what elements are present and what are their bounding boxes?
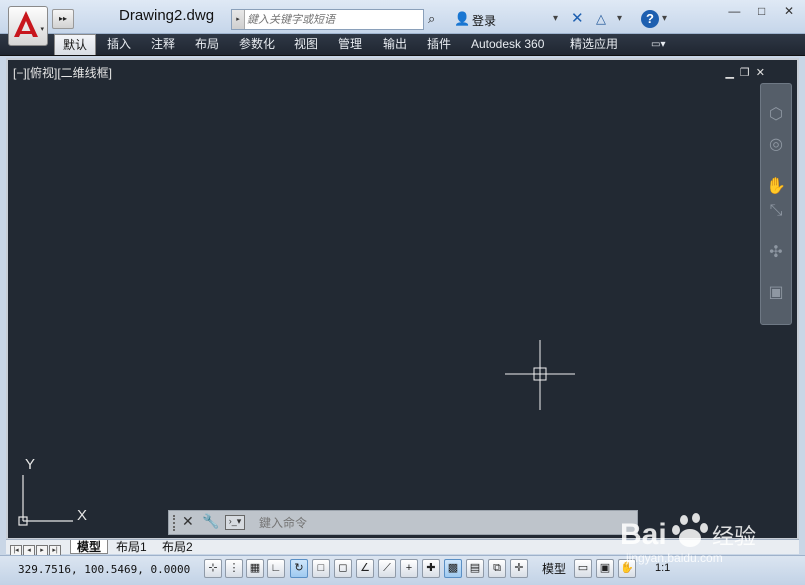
layout-tab-layout1[interactable]: 布局1 <box>110 540 153 554</box>
tab-manage[interactable]: 管理 <box>338 34 362 55</box>
lineweight-icon[interactable]: ✚ <box>422 559 440 578</box>
layout-tab-layout2[interactable]: 布局2 <box>156 540 199 554</box>
svg-text:经验: 经验 <box>712 525 756 550</box>
command-history-icon[interactable]: ›_▾ <box>225 515 245 530</box>
ribbon-minimize-icon[interactable]: ▭▾ <box>651 34 665 55</box>
viewport-close-icon[interactable]: ✕ <box>756 67 771 79</box>
autocad-logo-icon <box>14 11 38 37</box>
command-input[interactable] <box>223 512 635 533</box>
quick-view-layouts-icon[interactable]: ▭ <box>574 559 592 578</box>
command-line: ✕ 🔧 ›_▾ <box>168 510 638 535</box>
svg-text:jingyan.baidu.com: jingyan.baidu.com <box>625 551 723 565</box>
user-icon[interactable]: 👤 <box>454 10 470 28</box>
tab-annotate[interactable]: 注释 <box>151 34 175 55</box>
tab-parametric[interactable]: 参数化 <box>239 34 275 55</box>
annotation-monitor-icon[interactable]: ✛ <box>510 559 528 578</box>
quick-view-drawings-icon[interactable]: ▣ <box>596 559 614 578</box>
tab-insert[interactable]: 插入 <box>107 34 131 55</box>
dropdown-arrow-icon[interactable]: ▾ <box>662 10 667 28</box>
viewcube-icon[interactable]: ⬡ <box>761 104 791 124</box>
quick-properties-icon[interactable]: ▤ <box>466 559 484 578</box>
tab-output[interactable]: 输出 <box>383 34 407 55</box>
application-menu-button[interactable]: ▾ <box>8 6 48 46</box>
coordinate-readout[interactable]: 329.7516, 100.5469, 0.0000 <box>18 563 190 576</box>
svg-text:Bai: Bai <box>620 518 667 551</box>
model-space-button[interactable]: 模型 <box>542 560 566 577</box>
search-input[interactable] <box>247 11 419 28</box>
showmotion-icon[interactable]: ▣ <box>761 282 791 302</box>
close-icon[interactable]: ✕ <box>777 2 801 20</box>
dropdown-arrow-icon[interactable]: ▾ <box>553 10 558 28</box>
search-expand-icon[interactable]: ▸ <box>232 10 245 29</box>
tab-layout[interactable]: 布局 <box>195 34 219 55</box>
ribbon-tabs: 默认 插入 注释 布局 参数化 视图 管理 输出 插件 Autodesk 360… <box>0 34 805 56</box>
close-icon[interactable]: ✕ <box>182 513 194 530</box>
infer-constraints-icon[interactable]: ⊹ <box>204 559 222 578</box>
viewport-label[interactable]: [−][俯视][二维线框] <box>13 64 112 81</box>
selection-cycling-icon[interactable]: ⧉ <box>488 559 506 578</box>
grid-display-icon[interactable]: ▦ <box>246 559 264 578</box>
search-box[interactable]: ▸ <box>231 9 424 30</box>
window-controls: — □ ✕ <box>722 2 801 20</box>
help-icon[interactable]: ? <box>641 10 659 28</box>
viewport-minimize-icon[interactable]: ▁ <box>725 67 739 79</box>
navigation-bar: ⬡ ◎ ✋ ⤡ ✣ ▣ <box>760 83 792 325</box>
tab-view[interactable]: 视图 <box>294 34 318 55</box>
pan-icon[interactable]: ✋ <box>761 176 791 196</box>
exchange-icon[interactable]: ✕ <box>571 10 584 28</box>
ortho-mode-icon[interactable]: ∟ <box>267 559 285 578</box>
object-snap-tracking-icon[interactable]: ∠ <box>356 559 374 578</box>
3d-object-snap-icon[interactable]: ◻ <box>334 559 352 578</box>
autodesk-a360-icon[interactable]: △ <box>596 10 606 28</box>
dynamic-input-icon[interactable]: + <box>400 559 418 578</box>
object-snap-icon[interactable]: □ <box>312 559 330 578</box>
baidu-jingyan-watermark: Bai 经验 jingyan.baidu.com <box>620 513 756 565</box>
tab-plugins[interactable]: 插件 <box>427 34 451 55</box>
minimize-icon[interactable]: — <box>722 2 746 20</box>
crosshair-cursor <box>505 340 575 410</box>
steering-wheel-icon[interactable]: ◎ <box>761 134 791 154</box>
transparency-icon[interactable]: ▩ <box>444 559 462 578</box>
snap-mode-icon[interactable]: ⋮ <box>225 559 243 578</box>
binoculars-icon[interactable]: ⌕ <box>428 10 435 28</box>
zoom-extents-icon[interactable]: ⤡ <box>761 202 791 220</box>
orbit-icon[interactable]: ✣ <box>761 242 791 262</box>
viewport-window-controls: ▁❐✕ <box>725 66 771 79</box>
customize-wrench-icon[interactable]: 🔧 <box>202 513 219 530</box>
drawing-canvas[interactable] <box>8 60 797 538</box>
drag-grip[interactable] <box>173 515 178 531</box>
polar-tracking-icon[interactable]: ↻ <box>290 559 308 578</box>
maximize-icon[interactable]: □ <box>750 2 774 20</box>
ucs-y-label: Y <box>25 456 36 473</box>
document-title: Drawing2.dwg <box>119 7 215 24</box>
quick-access-expand-button[interactable]: ▸▸ <box>52 9 74 29</box>
layout-tab-model[interactable]: 模型 <box>70 540 109 554</box>
dropdown-arrow-icon[interactable]: ▾ <box>617 10 622 28</box>
ucs-x-label: X <box>77 507 88 524</box>
tab-featured-apps[interactable]: 精选应用 <box>570 34 618 55</box>
chevron-down-icon: ▾ <box>40 26 44 33</box>
viewport-restore-icon[interactable]: ❐ <box>740 67 756 79</box>
title-bar: ▸▸ Drawing2.dwg ▸ ⌕ 👤 登录 ▾ ✕ △ ▾ ? ▾ — □… <box>0 0 805 34</box>
tab-default[interactable]: 默认 <box>54 34 97 55</box>
dynamic-ucs-icon[interactable]: ⟋ <box>378 559 396 578</box>
tab-autodesk-360[interactable]: Autodesk 360 <box>471 34 544 55</box>
login-link[interactable]: 登录 <box>472 12 496 29</box>
